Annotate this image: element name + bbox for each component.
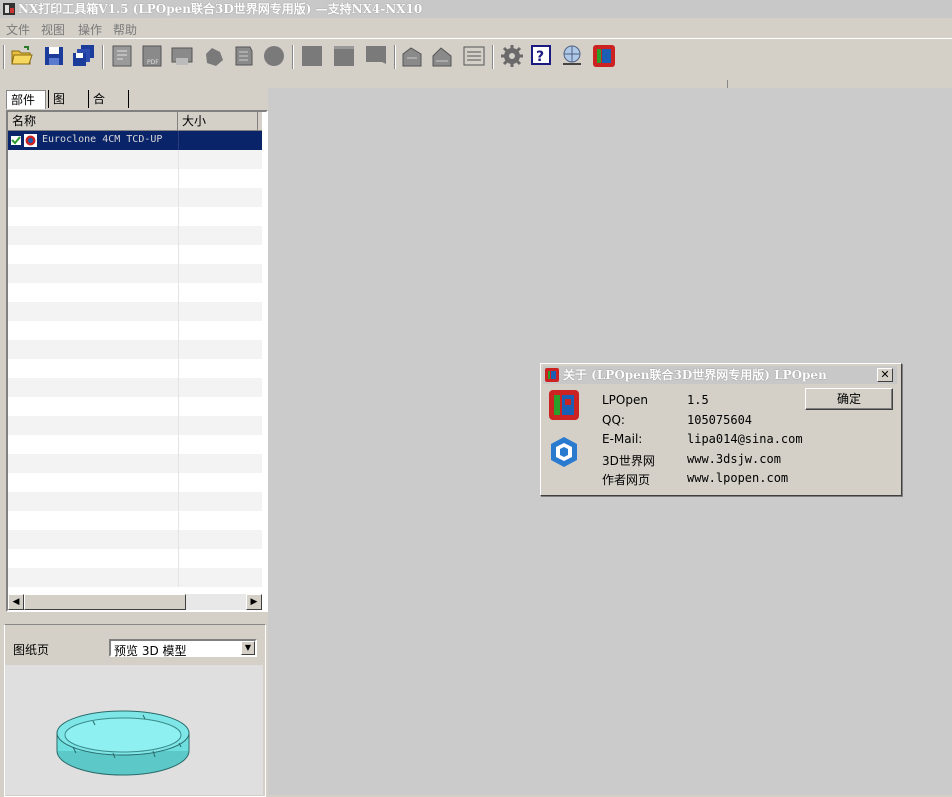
open-folder-icon[interactable] (10, 44, 34, 68)
list-header: 名称 大小 (8, 112, 262, 131)
field-value: 1.5 (687, 393, 709, 407)
app-icon (3, 3, 15, 15)
scroll-left-icon[interactable]: ◀ (8, 594, 24, 610)
sheet-2-icon[interactable] (430, 44, 454, 68)
circle-icon[interactable] (262, 44, 286, 68)
print-icon[interactable] (110, 44, 134, 68)
field-label: 3D世界网 (602, 454, 655, 468)
parts-list[interactable]: 名称 大小 Euroclone 4CM TCD-UP ◀ ▶ (6, 110, 268, 612)
petri-dish-model (56, 710, 190, 776)
column-size[interactable]: 大小 (178, 112, 258, 130)
part-name: Euroclone 4CM TCD-UP (42, 134, 163, 145)
shape-icon[interactable] (202, 44, 226, 68)
save-all-icon[interactable] (72, 44, 96, 68)
print-batch-icon[interactable] (170, 44, 194, 68)
menu-help[interactable]: 帮助 (113, 21, 137, 38)
chevron-down-icon[interactable]: ▼ (241, 641, 255, 655)
field-label: 作者网页 (602, 473, 651, 487)
close-icon[interactable]: ✕ (877, 368, 893, 382)
tab-drawings[interactable]: 图纸 (48, 90, 69, 124)
toolbar: PDF ? (0, 38, 952, 75)
menu-file[interactable]: 文件 (6, 21, 30, 38)
web-icon[interactable] (560, 44, 584, 68)
model-preview (5, 665, 263, 795)
field-label: QQ: (602, 413, 625, 427)
lpopen-logo (549, 390, 579, 420)
square-3-icon[interactable] (364, 44, 388, 68)
field-label: E-Mail: (602, 432, 643, 446)
horizontal-scrollbar[interactable]: ◀ ▶ (8, 594, 262, 610)
email-link[interactable]: lipa014@sina.com (687, 432, 803, 446)
column-name[interactable]: 名称 (8, 112, 178, 130)
window-title: NX打印工具箱V1.5 (LPOpen联合3D世界网专用版) —支持NX4-NX… (18, 2, 423, 16)
author-link[interactable]: www.lpopen.com (687, 471, 788, 485)
preview-mode-value: 预览 3D 模型 (114, 644, 187, 658)
website-link[interactable]: www.3dsjw.com (687, 452, 781, 466)
lpopen-logo-icon[interactable] (592, 44, 616, 68)
table-row[interactable]: Euroclone 4CM TCD-UP (8, 131, 262, 150)
save-icon[interactable] (42, 44, 66, 68)
title-bar: NX打印工具箱V1.5 (LPOpen联合3D世界网专用版) —支持NX4-NX… (0, 0, 952, 18)
scroll-right-icon[interactable]: ▶ (246, 594, 262, 610)
left-panel: 部件 图纸 合并 名称 大小 Euroclone 4CM TCD-UP (0, 74, 268, 797)
field-value: 105075604 (687, 413, 753, 427)
list-icon[interactable] (462, 44, 486, 68)
field-label: LPOpen (602, 393, 648, 407)
menu-action[interactable]: 操作 (78, 21, 102, 38)
settings-icon[interactable] (500, 44, 524, 68)
dialog-title: 关于 (LPOpen联合3D世界网专用版) LPOpen (563, 368, 827, 382)
preview-panel: 图纸页 预览 3D 模型 ▼ (4, 624, 266, 797)
document-icon[interactable] (232, 44, 256, 68)
menu-view[interactable]: 视图 (41, 21, 65, 38)
svg-text:?: ? (536, 49, 544, 65)
tab-merge[interactable]: 合并 (88, 90, 109, 124)
sheet-label: 图纸页 (13, 643, 50, 657)
help-icon[interactable]: ? (530, 44, 554, 68)
pdf-icon[interactable]: PDF (140, 44, 164, 68)
about-dialog: 关于 (LPOpen联合3D世界网专用版) LPOpen ✕ LPOpen 1.… (540, 363, 902, 496)
3dsjw-logo (551, 437, 577, 467)
part-icon (11, 134, 37, 147)
dialog-title-bar: 关于 (LPOpen联合3D世界网专用版) LPOpen ✕ (543, 366, 897, 384)
lpopen-logo-icon (545, 368, 559, 382)
preview-mode-select[interactable]: 预览 3D 模型 ▼ (109, 639, 257, 658)
svg-text:PDF: PDF (147, 59, 159, 66)
scroll-thumb[interactable] (24, 594, 186, 610)
square-2-icon[interactable] (332, 44, 356, 68)
ok-button[interactable]: 确定 (805, 388, 893, 410)
tab-parts[interactable]: 部件 (6, 90, 46, 109)
square-icon[interactable] (300, 44, 324, 68)
sheet-icon[interactable] (400, 44, 424, 68)
menu-bar: 文件 视图 操作 帮助 (0, 18, 952, 38)
